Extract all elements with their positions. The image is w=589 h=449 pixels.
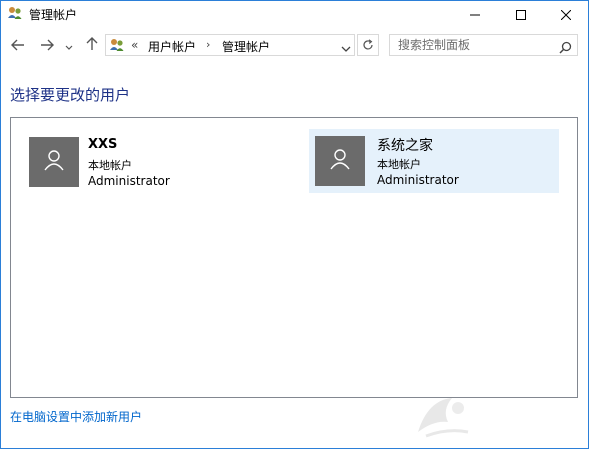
watermark-logo bbox=[408, 392, 580, 444]
recent-locations-icon bbox=[65, 36, 73, 55]
maximize-button[interactable] bbox=[498, 0, 544, 28]
up-arrow-icon bbox=[86, 36, 98, 55]
search-input[interactable] bbox=[390, 35, 558, 55]
user-tile-xxs[interactable]: XXS 本地帐户 Administrator bbox=[24, 130, 274, 194]
user-avatar-icon bbox=[43, 149, 65, 175]
user-name: 系统之家 bbox=[377, 138, 433, 154]
user-tile-selected[interactable]: 系统之家 本地帐户 Administrator bbox=[309, 129, 559, 193]
refresh-button[interactable] bbox=[357, 34, 379, 56]
breadcrumb-separator[interactable]: › bbox=[206, 38, 210, 51]
back-arrow-icon bbox=[11, 36, 25, 55]
navigation-bar: « 用户帐户 › 管理帐户 bbox=[0, 30, 589, 60]
search-icon[interactable] bbox=[559, 39, 572, 54]
close-icon bbox=[560, 5, 572, 24]
user-role: Administrator bbox=[88, 174, 170, 188]
user-avatar-icon bbox=[329, 148, 351, 174]
refresh-icon bbox=[362, 36, 374, 55]
user-avatar bbox=[315, 136, 365, 186]
user-accounts-icon bbox=[7, 5, 23, 21]
chevron-down-icon[interactable] bbox=[340, 40, 352, 52]
search-box[interactable] bbox=[389, 34, 578, 56]
user-account-type: 本地帐户 bbox=[88, 159, 132, 172]
up-button[interactable] bbox=[83, 36, 101, 54]
user-account-type: 本地帐户 bbox=[377, 158, 421, 171]
forward-button[interactable] bbox=[38, 36, 56, 54]
back-button[interactable] bbox=[9, 36, 27, 54]
recent-locations-button[interactable] bbox=[63, 36, 75, 54]
window-title: 管理帐户 bbox=[29, 8, 78, 22]
title-bar[interactable]: 管理帐户 bbox=[0, 0, 589, 28]
breadcrumb-manage-accounts[interactable]: 管理帐户 bbox=[222, 38, 270, 55]
breadcrumb-user-accounts[interactable]: 用户帐户 bbox=[148, 38, 196, 55]
user-avatar bbox=[29, 137, 79, 187]
close-button[interactable] bbox=[543, 0, 589, 28]
add-new-user-link[interactable]: 在电脑设置中添加新用户 bbox=[10, 408, 142, 425]
user-role: Administrator bbox=[377, 173, 459, 187]
forward-arrow-icon bbox=[40, 36, 54, 55]
page-heading: 选择要更改的用户 bbox=[10, 86, 131, 104]
user-name: XXS bbox=[88, 137, 118, 152]
minimize-icon bbox=[470, 5, 480, 24]
address-bar[interactable]: « 用户帐户 › 管理帐户 bbox=[105, 34, 355, 56]
maximize-icon bbox=[516, 5, 526, 24]
address-overflow-chevron[interactable]: « bbox=[131, 38, 138, 52]
user-accounts-icon bbox=[109, 37, 125, 53]
user-list-panel: XXS 本地帐户 Administrator 系统之家 本地帐户 Adminis… bbox=[10, 117, 578, 398]
minimize-button[interactable] bbox=[452, 0, 498, 28]
